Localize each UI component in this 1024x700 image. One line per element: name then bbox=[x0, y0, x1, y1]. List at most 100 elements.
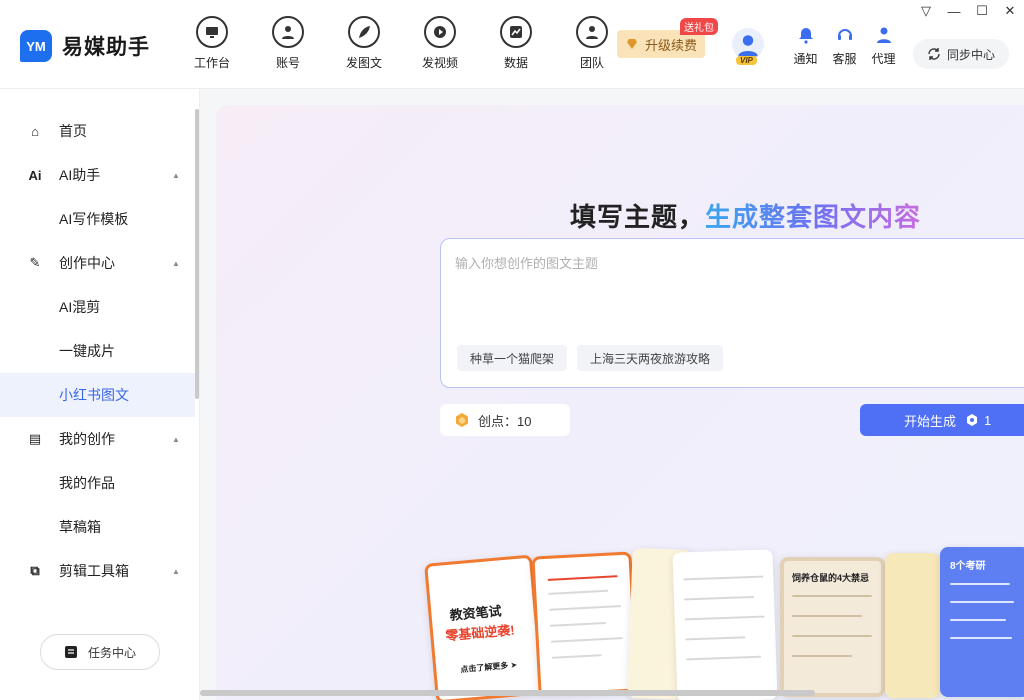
home-icon: ⌂ bbox=[31, 123, 39, 139]
sidebar-item-drafts[interactable]: 草稿箱 bbox=[0, 505, 195, 549]
suggestion-chip[interactable]: 种草一个猫爬架 bbox=[457, 345, 568, 371]
sidebar-item-ai-writing-template[interactable]: AI写作模板 bbox=[0, 197, 195, 241]
title-plain: 填写主题， bbox=[570, 202, 706, 232]
sidebar-scrollbar[interactable] bbox=[195, 109, 199, 399]
sidebar-item-label: 小红书图文 bbox=[59, 387, 129, 403]
nav-post-image[interactable]: 发图文 bbox=[326, 16, 402, 71]
sidebar-item-my-works[interactable]: 我的作品 bbox=[0, 461, 195, 505]
sidebar-item-label: 草稿箱 bbox=[59, 519, 101, 535]
generate-label: 开始生成 bbox=[904, 413, 957, 429]
nav-label: 发视频 bbox=[421, 56, 458, 70]
sample-card[interactable] bbox=[672, 549, 778, 700]
dropdown-window-button[interactable]: ▽ bbox=[912, 0, 940, 22]
suggestion-chips: 种草一个猫爬架 上海三天两夜旅游攻略 bbox=[457, 345, 733, 371]
nav-label: 数据 bbox=[503, 56, 528, 70]
sidebar-item-label: 我的作品 bbox=[59, 475, 115, 491]
sync-label: 同步中心 bbox=[946, 47, 995, 62]
app-name: 易媒助手 bbox=[62, 36, 150, 59]
caret-up-icon: ▲ bbox=[172, 566, 180, 576]
card-footer: 点击了解更多 ➤ bbox=[460, 660, 518, 675]
crop-icon: ⧉ bbox=[30, 563, 40, 578]
nav-post-video[interactable]: 发视频 bbox=[402, 16, 478, 71]
sample-card[interactable] bbox=[885, 553, 940, 698]
nav-account[interactable]: 账号 bbox=[250, 16, 326, 71]
sidebar: ⌂ 首页 Ai AI助手 ▲ AI写作模板 ✎ 创作中心 ▲ AI混剪 一键成片… bbox=[0, 89, 200, 700]
maximize-button[interactable]: ☐ bbox=[968, 0, 996, 22]
points-icon bbox=[456, 413, 468, 427]
team-icon bbox=[576, 16, 608, 48]
bell-icon bbox=[798, 28, 813, 44]
agent-button[interactable]: 代理 bbox=[864, 26, 903, 67]
sample-card[interactable] bbox=[531, 551, 639, 697]
chart-icon bbox=[500, 16, 532, 48]
top-header: YM 易媒助手 工作台 账号 发图文 发视频 数据 团队 升级续费 送礼包 VI… bbox=[0, 0, 1024, 89]
caret-up-icon: ▲ bbox=[172, 434, 180, 444]
topic-input[interactable] bbox=[455, 253, 1015, 313]
sidebar-item-ai-mix-cut[interactable]: AI混剪 bbox=[0, 285, 195, 329]
points-display: 创点：10 bbox=[440, 404, 570, 436]
nav-workbench[interactable]: 工作台 bbox=[174, 16, 250, 71]
nav-label: 账号 bbox=[275, 56, 300, 70]
page-title: 填写主题，生成整套图文内容 bbox=[570, 197, 921, 234]
sample-card[interactable]: 8个考研 bbox=[940, 547, 1024, 697]
play-icon bbox=[424, 16, 456, 48]
horizontal-scrollbar[interactable] bbox=[200, 690, 815, 696]
sidebar-item-label: 我的创作 bbox=[59, 431, 115, 447]
headset-icon bbox=[837, 29, 852, 40]
sidebar-item-xiaohongshu-post[interactable]: 小红书图文 bbox=[0, 373, 195, 417]
close-button[interactable]: ✕ bbox=[996, 0, 1024, 22]
sidebar-item-label: 剪辑工具箱 bbox=[59, 563, 129, 579]
monitor-icon bbox=[196, 16, 228, 48]
main-nav: 工作台 账号 发图文 发视频 数据 团队 bbox=[174, 16, 630, 71]
app-logo[interactable]: YM 易媒助手 bbox=[20, 30, 150, 62]
customer-service-button[interactable]: 客服 bbox=[825, 26, 864, 67]
vip-badge: VIP bbox=[736, 56, 757, 65]
start-generate-button[interactable]: 开始生成 1 bbox=[860, 404, 1024, 436]
sidebar-item-label: AI助手 bbox=[59, 167, 101, 183]
sidebar-item-home[interactable]: ⌂ 首页 bbox=[0, 109, 195, 153]
sidebar-item-ai-assistant[interactable]: Ai AI助手 ▲ bbox=[0, 153, 195, 197]
document-icon: ▤ bbox=[28, 431, 42, 446]
upgrade-label: 升级续费 bbox=[644, 37, 697, 53]
points-label: 创点：10 bbox=[478, 413, 532, 429]
card-title: 饲养仓鼠的4大禁忌 bbox=[792, 573, 870, 583]
credit-icon bbox=[967, 414, 978, 426]
sync-center-button[interactable]: 同步中心 bbox=[913, 39, 1009, 69]
sidebar-item-one-click-video[interactable]: 一键成片 bbox=[0, 329, 195, 373]
suggestion-chip[interactable]: 上海三天两夜旅游攻略 bbox=[577, 345, 724, 371]
title-highlight: 生成整套图文内容 bbox=[705, 202, 922, 232]
nav-label: 工作台 bbox=[193, 56, 230, 70]
nav-label: 团队 bbox=[579, 56, 604, 70]
minimize-button[interactable]: — bbox=[940, 0, 968, 22]
sample-card[interactable]: 教资笔试 零基础逆袭! 点击了解更多 ➤ bbox=[424, 554, 544, 700]
task-center-button[interactable]: 任务中心 bbox=[40, 634, 160, 670]
card-title: 8个考研 bbox=[950, 561, 986, 572]
tool-label: 代理 bbox=[871, 52, 896, 66]
sidebar-item-label: AI写作模板 bbox=[59, 211, 129, 227]
user-avatar-icon bbox=[738, 35, 758, 57]
header-tools: 通知 客服 代理 bbox=[786, 26, 903, 67]
sidebar-item-my-creations[interactable]: ▤ 我的创作 ▲ bbox=[0, 417, 195, 461]
user-icon bbox=[272, 16, 304, 48]
sidebar-item-editing-toolbox[interactable]: ⧉ 剪辑工具箱 ▲ bbox=[0, 549, 195, 593]
main-content: 填写主题，生成整套图文内容 种草一个猫爬架 上海三天两夜旅游攻略 创点：10 开… bbox=[200, 89, 1024, 700]
sample-card[interactable]: 饲养仓鼠的4大禁忌 bbox=[780, 557, 885, 697]
logo-mark: YM bbox=[20, 30, 52, 62]
sidebar-item-creation-center[interactable]: ✎ 创作中心 ▲ bbox=[0, 241, 195, 285]
topic-input-box: 种草一个猫爬架 上海三天两夜旅游攻略 bbox=[440, 238, 1024, 388]
sidebar-item-label: 创作中心 bbox=[59, 255, 115, 271]
diamond-icon bbox=[626, 39, 637, 49]
sidebar-item-label: 首页 bbox=[59, 123, 87, 139]
sample-cards: 教资笔试 零基础逆袭! 点击了解更多 ➤ 饲养仓鼠的4大禁忌 8个考研 bbox=[420, 529, 1024, 700]
agent-icon bbox=[876, 27, 891, 43]
tool-label: 通知 bbox=[793, 52, 818, 66]
task-center-label: 任务中心 bbox=[87, 645, 136, 660]
caret-up-icon: ▲ bbox=[172, 170, 180, 180]
notification-button[interactable]: 通知 bbox=[786, 26, 825, 67]
nav-data[interactable]: 数据 bbox=[478, 16, 554, 71]
nav-label: 发图文 bbox=[345, 56, 382, 70]
ai-icon: Ai bbox=[28, 167, 42, 183]
sync-icon bbox=[928, 48, 940, 60]
task-list-icon bbox=[64, 646, 77, 658]
sidebar-item-label: AI混剪 bbox=[59, 299, 101, 315]
